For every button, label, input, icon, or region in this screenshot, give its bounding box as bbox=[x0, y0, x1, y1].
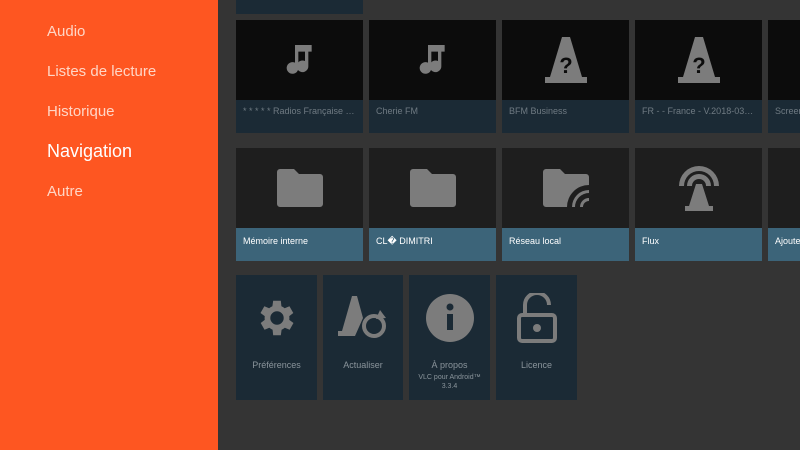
card-label: Mémoire interne bbox=[236, 228, 363, 261]
main-content: * * * * * Radios Française * *.. Cherie … bbox=[218, 0, 800, 450]
sidebar: Audio Listes de lecture Historique Navig… bbox=[0, 0, 218, 450]
card-label: Screen bbox=[768, 100, 800, 133]
svg-text:?: ? bbox=[559, 53, 572, 78]
card-label: FR - - France - V.2018-03 - PC... bbox=[635, 100, 762, 133]
tile-label: Licence bbox=[520, 360, 553, 370]
tile-label: Actualiser bbox=[343, 360, 383, 370]
history-card[interactable]: Cherie FM bbox=[369, 20, 496, 133]
network-card[interactable]: Réseau local bbox=[502, 148, 629, 261]
svg-text:?: ? bbox=[692, 53, 705, 78]
network-folder-icon bbox=[542, 169, 589, 207]
app-version: 3.3.4 bbox=[441, 383, 458, 391]
card-label: Réseau local bbox=[502, 228, 629, 261]
card-label: * * * * * Radios Française * *.. bbox=[236, 100, 363, 133]
card-label: BFM Business bbox=[502, 100, 629, 133]
add-card[interactable]: Ajouter bbox=[768, 148, 800, 261]
sidebar-item-other[interactable]: Autre bbox=[47, 183, 83, 200]
card-label: Cherie FM bbox=[369, 100, 496, 133]
refresh-button[interactable]: Actualiser bbox=[323, 275, 403, 400]
card-label: CL� DIMITRI bbox=[369, 228, 496, 261]
storage-card[interactable]: CL� DIMITRI bbox=[369, 148, 496, 261]
card-label: Ajouter bbox=[768, 228, 800, 261]
sidebar-item-playlists[interactable]: Listes de lecture bbox=[47, 63, 156, 80]
tile-label: Préférences bbox=[252, 360, 301, 370]
unknown-cone-icon: ? bbox=[677, 37, 720, 83]
folder-icon bbox=[276, 169, 323, 207]
history-card[interactable]: ? BFM Business bbox=[502, 20, 629, 133]
history-card[interactable]: Screen bbox=[768, 20, 800, 133]
sidebar-item-audio[interactable]: Audio bbox=[47, 23, 85, 40]
license-button[interactable]: Licence bbox=[496, 275, 577, 400]
tile-label: À propos bbox=[431, 360, 468, 370]
sidebar-item-history[interactable]: Historique bbox=[47, 103, 115, 120]
unknown-cone-icon: ? bbox=[544, 37, 587, 83]
music-note-icon bbox=[286, 45, 312, 74]
storage-card[interactable]: Mémoire interne bbox=[236, 148, 363, 261]
gear-icon bbox=[260, 300, 293, 335]
about-button[interactable]: À propos VLC pour Android™ 3.3.4 bbox=[409, 275, 490, 400]
stream-card[interactable]: Flux bbox=[635, 148, 762, 261]
refresh-cone-icon bbox=[338, 295, 386, 338]
stream-antenna-icon bbox=[678, 166, 719, 211]
music-note-icon bbox=[419, 45, 445, 74]
app-name: VLC pour Android™ bbox=[418, 374, 481, 381]
card-label: Flux bbox=[635, 228, 762, 261]
folder-icon bbox=[409, 169, 456, 207]
sidebar-item-navigation[interactable]: Navigation bbox=[47, 141, 132, 162]
partial-card[interactable] bbox=[236, 0, 363, 14]
preferences-button[interactable]: Préférences bbox=[236, 275, 317, 400]
history-card[interactable]: ? FR - - France - V.2018-03 - PC... bbox=[635, 20, 762, 133]
history-card[interactable]: * * * * * Radios Française * *.. bbox=[236, 20, 363, 133]
info-icon bbox=[425, 293, 474, 342]
unlock-icon bbox=[516, 292, 557, 343]
